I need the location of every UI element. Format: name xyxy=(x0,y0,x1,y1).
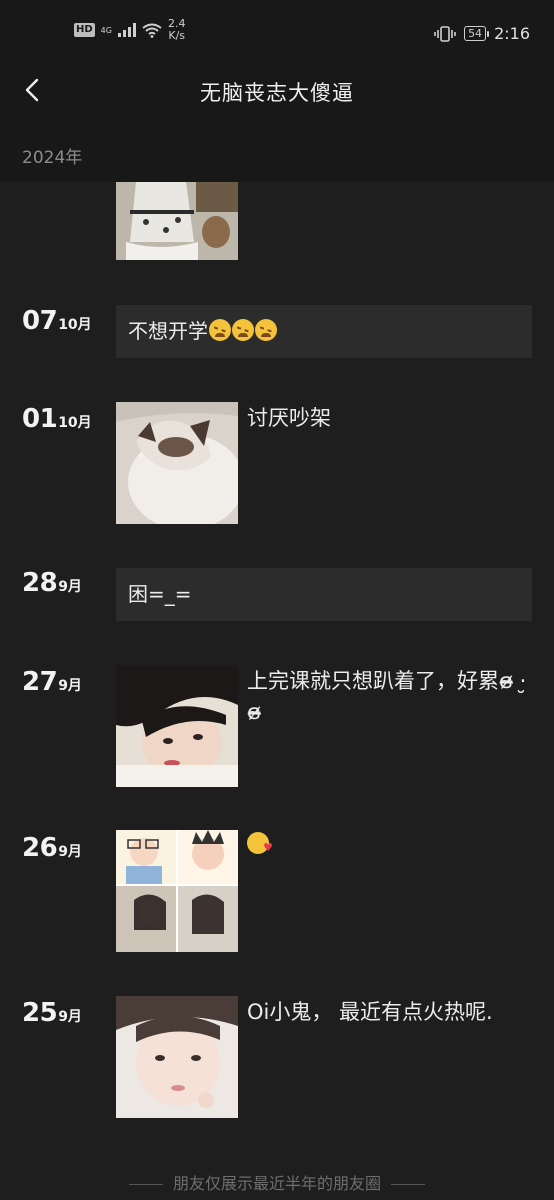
post-date: 27 9月 xyxy=(22,667,82,697)
network-label: 4G xyxy=(100,25,112,35)
year-label: 2024年 xyxy=(22,148,83,168)
year-header: 2024年 xyxy=(0,114,554,182)
post-image-selfie[interactable] xyxy=(116,665,238,787)
divider xyxy=(391,1184,425,1185)
post-image-portrait[interactable] xyxy=(116,996,238,1118)
signal-icon xyxy=(117,23,136,37)
post-date: 28 9月 xyxy=(22,568,82,598)
nav-bar: 无脑丧志大傻逼 xyxy=(0,68,554,114)
post-date: 07 10月 xyxy=(22,306,92,336)
wifi-icon xyxy=(142,23,162,38)
post-caption xyxy=(247,832,527,863)
kissing-face-icon xyxy=(247,832,273,863)
post-image-collage[interactable] xyxy=(116,830,238,952)
hd-badge: HD xyxy=(74,23,95,37)
post-image-cat[interactable] xyxy=(116,402,238,524)
page-title: 无脑丧志大傻逼 xyxy=(200,81,354,105)
crying-face-icon xyxy=(209,319,231,341)
post-image-partial[interactable] xyxy=(116,182,238,260)
crying-face-icon xyxy=(255,319,277,341)
post-caption: 上完课就只想趴着了，好累ɞ̴̶̷ ·̮ ɞ̴̶̷ xyxy=(247,669,527,724)
moments-feed[interactable]: 07 10月 不想开学 01 10月 讨厌吵架 28 9月 困=_= 27 9月… xyxy=(0,182,554,1200)
text-post[interactable]: 不想开学 xyxy=(116,305,532,358)
status-left: HD 4G 2.4 K/s xyxy=(74,18,185,42)
status-right: 54 2:16 xyxy=(434,24,530,43)
post-date: 26 9月 xyxy=(22,833,82,863)
moments-page: HD 4G 2.4 K/s 54 2:16 无脑丧志大傻逼 2024年 07 1… xyxy=(0,0,554,1200)
vibrate-icon xyxy=(434,25,456,42)
text-post[interactable]: 困=_= xyxy=(116,568,532,621)
post-date: 01 10月 xyxy=(22,404,92,434)
post-caption: Oi小鬼， 最近有点火热呢. xyxy=(247,1000,493,1024)
post-date: 25 9月 xyxy=(22,998,82,1028)
divider xyxy=(128,1184,163,1185)
net-speed: 2.4 K/s xyxy=(167,17,186,42)
crying-face-icon xyxy=(232,319,254,341)
status-bar: HD 4G 2.4 K/s 54 2:16 xyxy=(0,0,554,68)
post-caption: 讨厌吵架 xyxy=(247,406,331,430)
footer-note: 朋友仅展示最近半年的朋友圈 xyxy=(0,1170,554,1194)
battery-icon: 54 xyxy=(464,26,490,41)
clock: 2:16 xyxy=(494,24,530,43)
